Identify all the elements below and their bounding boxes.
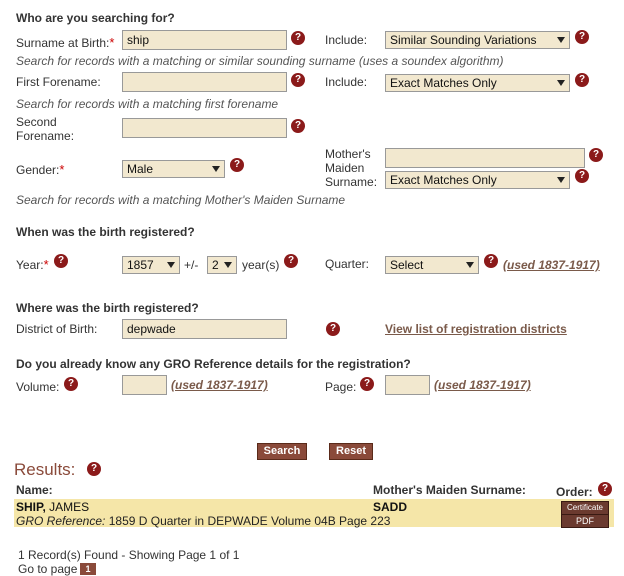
quarter-select[interactable]: Select (385, 256, 479, 274)
help-icon[interactable]: ? (230, 158, 244, 172)
chevron-down-icon (557, 37, 565, 43)
mmn-hint: Search for records with a matching Mothe… (16, 193, 346, 207)
page-1-button[interactable]: 1 (80, 563, 96, 575)
forename-hint: Search for records with a matching first… (16, 97, 279, 111)
chevron-down-icon (466, 262, 474, 268)
chevron-down-icon (167, 262, 175, 268)
range-select[interactable]: 2 (207, 256, 237, 274)
help-icon[interactable]: ? (291, 73, 305, 87)
second-forename-label: Second Forename: (16, 115, 75, 143)
section-heading-who: Who are you searching for? (16, 11, 175, 25)
year-label: Year:* (16, 257, 49, 272)
chevron-down-icon (212, 166, 220, 172)
section-heading-where: Where was the birth registered? (16, 301, 199, 315)
years-label: year(s) (242, 258, 280, 272)
help-icon[interactable]: ? (291, 119, 305, 133)
section-heading-gro: Do you already know any GRO Reference de… (16, 357, 411, 371)
required-mark: * (59, 162, 65, 177)
result-gro: GRO Reference: 1859 D Quarter in DEPWADE… (16, 514, 391, 528)
mmn-input[interactable] (385, 148, 585, 168)
page-label: Page: (325, 380, 357, 394)
district-label: District of Birth: (16, 322, 98, 336)
district-input[interactable] (122, 319, 287, 339)
col-name-header: Name: (16, 483, 53, 497)
required-mark: * (109, 35, 115, 50)
search-button[interactable]: Search (257, 443, 307, 460)
help-icon[interactable]: ? (360, 377, 374, 391)
help-icon[interactable]: ? (598, 482, 612, 496)
view-districts-link[interactable]: View list of registration districts (385, 322, 567, 336)
results-summary: 1 Record(s) Found - Showing Page 1 of 1 (18, 548, 240, 562)
help-icon[interactable]: ? (484, 254, 498, 268)
chevron-down-icon (557, 177, 565, 183)
chevron-down-icon (224, 262, 232, 268)
forename-input[interactable] (122, 72, 287, 92)
help-icon[interactable]: ? (291, 31, 305, 45)
forename-label: First Forename: (16, 75, 101, 89)
help-icon[interactable]: ? (326, 322, 340, 336)
page-input[interactable] (385, 375, 430, 395)
quarter-label: Quarter: (325, 257, 370, 271)
quarter-used-link[interactable]: (used 1837-1917) (503, 258, 600, 272)
gender-label: Gender:* (16, 162, 65, 177)
forename-include-label: Include: (325, 75, 368, 89)
help-icon[interactable]: ? (575, 30, 589, 44)
volume-used-link[interactable]: (used 1837-1917) (171, 378, 268, 392)
help-icon[interactable]: ? (284, 254, 298, 268)
reset-button[interactable]: Reset (329, 443, 373, 460)
year-select[interactable]: 1857 (122, 256, 180, 274)
gender-select[interactable]: Male (122, 160, 225, 178)
result-name: SHIP, JAMES (16, 500, 90, 514)
plusminus-label: +/- (184, 258, 199, 272)
required-mark: * (43, 257, 49, 272)
help-icon[interactable]: ? (589, 148, 603, 162)
col-mmn-header: Mother's Maiden Surname: (373, 483, 526, 497)
help-icon[interactable]: ? (64, 377, 78, 391)
volume-label: Volume: (16, 380, 60, 394)
page-used-link[interactable]: (used 1837-1917) (434, 378, 531, 392)
surname-hint: Search for records with a matching or si… (16, 54, 504, 68)
mmn-label: Mother's Maiden Surname: (325, 147, 378, 189)
volume-input[interactable] (122, 375, 167, 395)
chevron-down-icon (557, 80, 565, 86)
help-icon[interactable]: ? (87, 462, 101, 476)
help-icon[interactable]: ? (575, 169, 589, 183)
mmn-include-select[interactable]: Exact Matches Only (385, 171, 570, 189)
section-heading-when: When was the birth registered? (16, 225, 195, 239)
help-icon[interactable]: ? (54, 254, 68, 268)
pdf-button[interactable]: PDF (561, 514, 609, 528)
help-icon[interactable]: ? (575, 73, 589, 87)
certificate-button[interactable]: Certificate (561, 501, 609, 515)
forename-include-select[interactable]: Exact Matches Only (385, 74, 570, 92)
surname-include-label: Include: (325, 33, 368, 47)
result-mmn: SADD (373, 500, 408, 514)
surname-include-select[interactable]: Similar Sounding Variations (385, 31, 570, 49)
surname-input[interactable] (122, 30, 287, 50)
second-forename-input[interactable] (122, 118, 287, 138)
results-title: Results: (14, 460, 76, 479)
surname-label: Surname at Birth:* (16, 35, 115, 50)
col-order-header: Order: (556, 485, 593, 499)
